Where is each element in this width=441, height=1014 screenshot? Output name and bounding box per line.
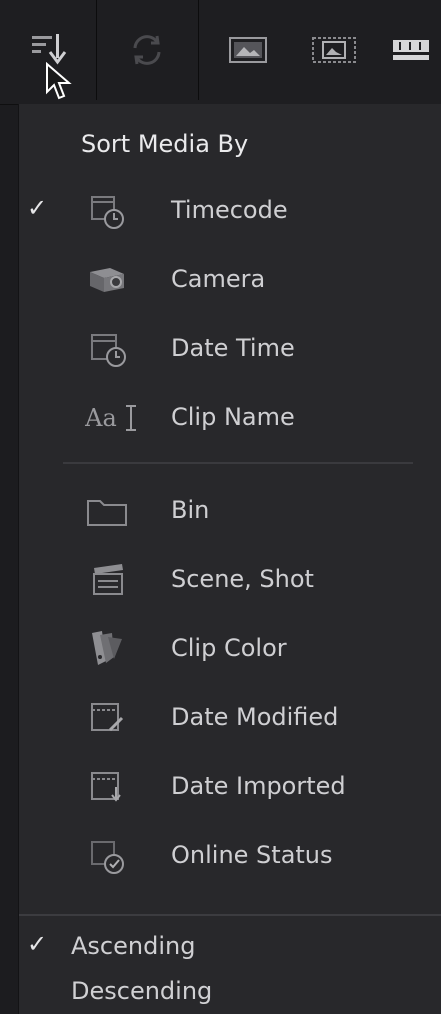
sort-option-clip-color[interactable]: Clip Color <box>19 620 441 678</box>
clapperboard-icon <box>81 555 135 605</box>
sort-option-label: Online Status <box>171 841 333 869</box>
sort-option-label: Clip Color <box>171 634 287 662</box>
sort-option-label: Camera <box>171 265 266 293</box>
mouse-cursor-icon <box>46 62 72 100</box>
order-option-label: Descending <box>71 977 213 1005</box>
bin-folder-icon <box>81 486 135 536</box>
sort-option-date-time[interactable]: Date Time <box>19 320 441 378</box>
sort-media-menu: Sort Media By ✓ Timecode Camera Date Tim… <box>18 104 441 1014</box>
sort-option-label: Date Time <box>171 334 295 362</box>
menu-divider <box>19 914 441 916</box>
sync-icon <box>133 35 161 65</box>
timeline-view-button[interactable] <box>380 0 441 100</box>
checkmark-icon: ✓ <box>27 930 48 958</box>
sort-option-timecode[interactable]: ✓ Timecode <box>19 182 441 240</box>
order-option-label: Ascending <box>71 932 196 960</box>
clip-name-icon-text: Aa <box>85 404 117 432</box>
order-option-ascending[interactable]: ✓ Ascending <box>19 922 441 968</box>
timecode-icon <box>81 186 135 236</box>
color-swatch-icon <box>81 624 135 674</box>
sort-option-label: Date Modified <box>171 703 339 731</box>
thumbnail-view-button[interactable] <box>210 0 286 100</box>
thumbnail-view-icon <box>229 37 267 63</box>
sort-option-online-status[interactable]: Online Status <box>19 827 441 885</box>
filmstrip-view-button[interactable] <box>296 0 372 100</box>
sort-option-label: Scene, Shot <box>171 565 314 593</box>
online-status-icon <box>81 831 135 881</box>
camera-icon <box>81 255 135 305</box>
date-imported-icon <box>81 762 135 812</box>
sync-button[interactable] <box>97 0 197 100</box>
sort-option-date-imported[interactable]: Date Imported <box>19 758 441 816</box>
clip-name-icon: Aa <box>77 393 147 443</box>
date-time-icon <box>81 324 135 374</box>
menu-title: Sort Media By <box>81 130 249 158</box>
sort-option-label: Clip Name <box>171 403 295 431</box>
sort-option-bin[interactable]: Bin <box>19 482 441 540</box>
sort-option-date-modified[interactable]: Date Modified <box>19 689 441 747</box>
media-pool-toolbar <box>0 0 441 105</box>
timeline-view-icon <box>392 40 429 60</box>
menu-divider <box>63 462 413 464</box>
order-option-descending[interactable]: Descending <box>19 967 441 1013</box>
filmstrip-view-icon <box>312 37 356 63</box>
sort-option-label: Bin <box>171 496 210 524</box>
sort-option-label: Timecode <box>171 196 288 224</box>
sort-option-label: Date Imported <box>171 772 346 800</box>
date-modified-icon <box>81 693 135 743</box>
sort-option-clip-name[interactable]: Aa Clip Name <box>19 389 441 447</box>
sort-option-scene-shot[interactable]: Scene, Shot <box>19 551 441 609</box>
sort-option-camera[interactable]: Camera <box>19 251 441 309</box>
checkmark-icon: ✓ <box>27 194 48 222</box>
